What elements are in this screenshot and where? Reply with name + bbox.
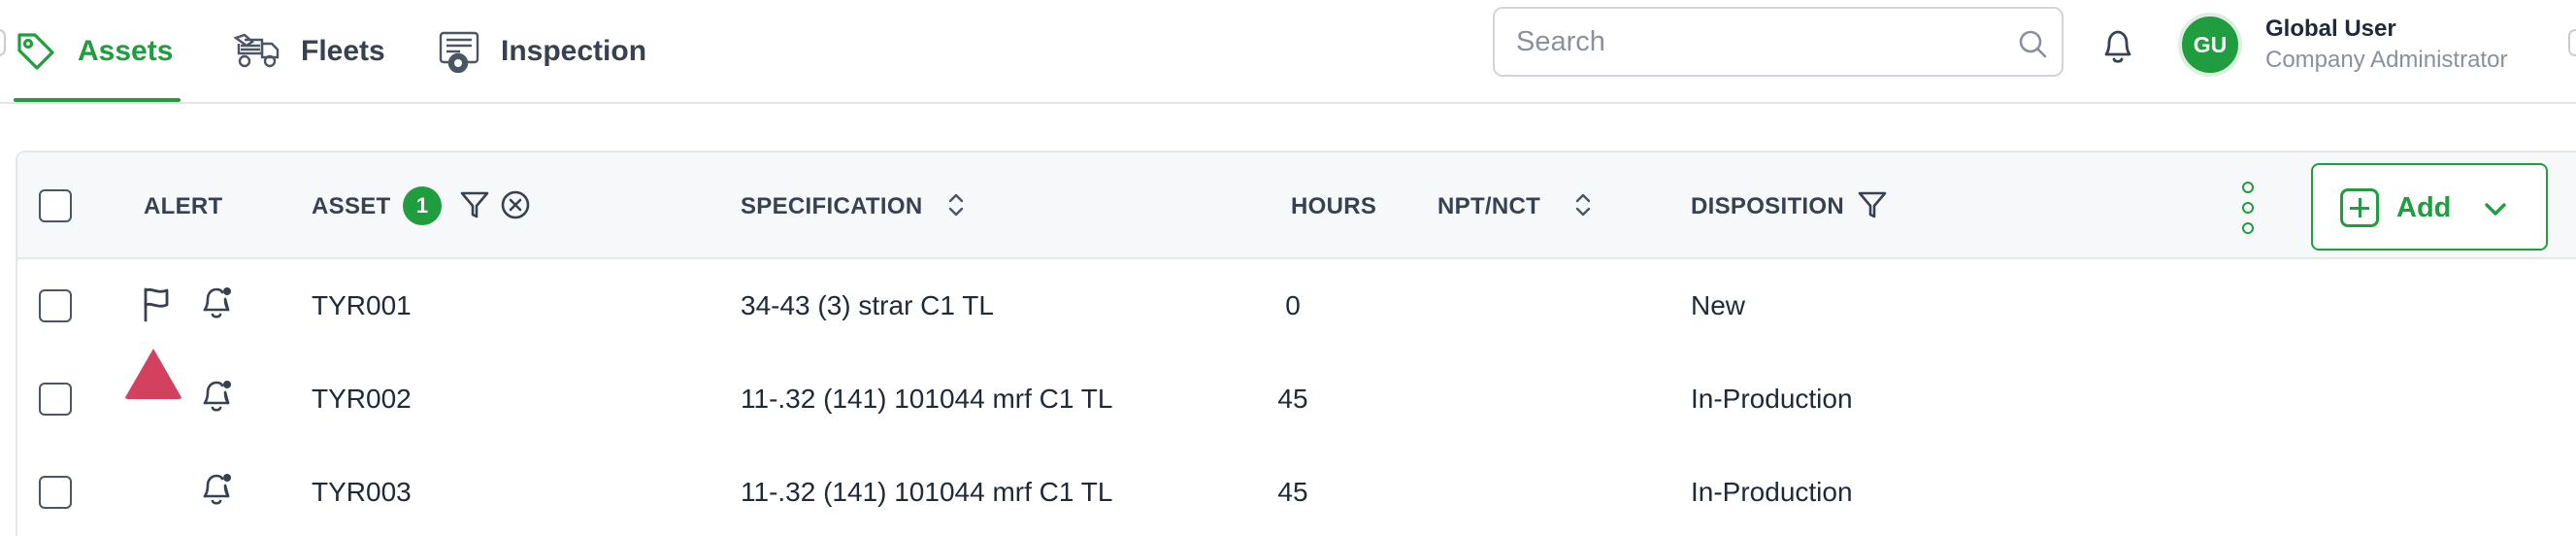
top-nav-bar: Assets Fleets Inspection Search GU Globa… — [0, 0, 2576, 104]
search-input[interactable] — [1516, 22, 1982, 61]
bell-alert-icon[interactable] — [198, 469, 237, 508]
column-options-icon[interactable] — [2240, 182, 2256, 236]
left-scroll-handle[interactable] — [0, 29, 6, 56]
tab-fleets[interactable]: Fleets — [233, 0, 385, 102]
column-header-alert: ALERT — [144, 193, 223, 219]
bell-icon[interactable] — [2098, 25, 2137, 71]
warning-triangle-icon[interactable] — [124, 349, 182, 399]
add-button-label: Add — [2396, 192, 2452, 223]
truck-icon — [233, 32, 281, 71]
bell-alert-icon[interactable] — [198, 376, 237, 415]
asset-id[interactable]: TYR003 — [312, 477, 412, 508]
clear-filter-icon[interactable] — [499, 188, 532, 221]
tab-inspection[interactable]: Inspection — [437, 0, 646, 102]
disposition-cell: In-Production — [1691, 384, 1853, 414]
tab-inspection-label: Inspection — [501, 34, 647, 67]
table-header: ALERT ASSET 1 SPECIFICATION HOURS NPT/NC… — [17, 152, 2576, 259]
avatar[interactable]: GU — [2178, 13, 2242, 77]
sort-icon[interactable] — [1572, 189, 1594, 220]
filter-icon[interactable] — [1856, 188, 1889, 221]
column-header-specification[interactable]: SPECIFICATION — [741, 193, 922, 220]
bell-alert-icon[interactable] — [198, 283, 237, 321]
hours-cell: 45 — [1277, 477, 1308, 507]
user-role: Company Administrator — [2265, 47, 2508, 73]
asset-id[interactable]: TYR001 — [312, 290, 412, 321]
active-tab-indicator — [14, 98, 181, 102]
filter-count-badge: 1 — [403, 186, 442, 225]
tag-icon — [14, 29, 58, 74]
tab-fleets-label: Fleets — [301, 34, 385, 67]
flag-icon[interactable] — [140, 285, 173, 324]
right-scroll-handle[interactable] — [2568, 29, 2576, 56]
row-checkbox[interactable] — [39, 476, 72, 509]
specification-cell: 11-.32 (141) 101044 mrf C1 TL — [741, 477, 1113, 507]
hours-cell: 45 — [1277, 384, 1308, 414]
specification-cell: 11-.32 (141) 101044 mrf C1 TL — [741, 384, 1113, 414]
select-all-checkbox[interactable] — [39, 189, 72, 222]
inspection-icon — [437, 30, 481, 73]
specification-cell: 34-43 (3) strar C1 TL — [741, 290, 994, 320]
column-header-npt-nct[interactable]: NPT/NCT — [1437, 193, 1540, 220]
row-checkbox[interactable] — [39, 289, 72, 322]
user-name: Global User — [2265, 16, 2396, 42]
plus-icon — [2340, 188, 2379, 227]
filter-icon[interactable] — [458, 188, 491, 221]
hours-cell: 0 — [1285, 290, 1301, 320]
column-header-asset[interactable]: ASSET — [312, 193, 391, 220]
sort-icon[interactable] — [945, 189, 967, 220]
row-checkbox[interactable] — [39, 383, 72, 416]
tab-assets-label: Assets — [78, 34, 174, 67]
add-button[interactable]: Add — [2311, 163, 2548, 251]
search-icon[interactable] — [2017, 28, 2048, 64]
disposition-cell: In-Production — [1691, 477, 1853, 507]
column-header-disposition[interactable]: DISPOSITION — [1691, 193, 1844, 220]
chevron-down-icon — [2480, 194, 2511, 230]
search-box — [1493, 7, 2064, 77]
tab-assets[interactable]: Assets — [14, 0, 181, 102]
asset-id[interactable]: TYR002 — [312, 384, 412, 415]
column-header-hours: HOURS — [1291, 193, 1377, 219]
assets-table: ALERT ASSET 1 SPECIFICATION HOURS NPT/NC… — [16, 151, 2576, 536]
disposition-cell: New — [1691, 290, 1746, 320]
